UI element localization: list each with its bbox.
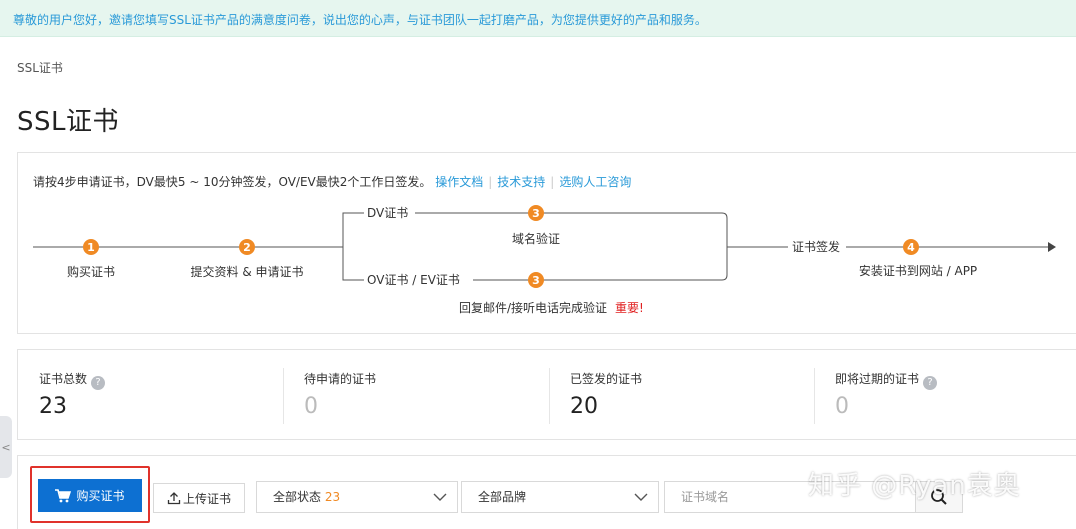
flow-line (342, 247, 364, 281)
survey-banner-text[interactable]: 尊敬的用户您好，邀请您填写SSL证书产品的满意度问卷，说出您的心声，与证书团队一… (13, 11, 707, 28)
help-icon[interactable]: ? (91, 376, 106, 390)
stat-label: 已签发的证书 (570, 372, 643, 386)
buy-certificate-button[interactable]: 购买证书 (38, 479, 142, 512)
step-2-number: 2 (243, 241, 251, 254)
page-title: SSL证书 (17, 107, 119, 137)
stat-total-certs[interactable]: 证书总数? 23 (18, 350, 283, 441)
buy-certificate-label: 购买证书 (76, 489, 125, 503)
step-2-label: 提交资料 & 申请证书 (191, 264, 304, 279)
dv-cert-label: DV证书 (367, 206, 408, 220)
arrow-head-icon (1048, 242, 1056, 252)
steps-panel: 请按4步申请证书，DV最快5 ~ 10分钟签发，OV/EV最快2个工作日签发。 … (17, 152, 1076, 334)
help-icon[interactable]: ? (923, 376, 938, 390)
upload-certificate-button[interactable]: 上传证书 (153, 483, 245, 513)
status-select[interactable]: 全部状态 23 (256, 481, 458, 513)
stat-label: 证书总数? (39, 370, 106, 390)
stat-value: 0 (835, 394, 849, 419)
step-1-label: 购买证书 (67, 264, 115, 279)
chevron-down-icon (433, 493, 447, 501)
main-content: SSL证书 SSL证书 请按4步申请证书，DV最快5 ~ 10分钟签发，OV/E… (0, 37, 1076, 529)
step-1-number: 1 (87, 241, 95, 254)
ovev-validation-label: 回复邮件/接听电话完成验证 重要! (459, 300, 644, 315)
stat-label-text: 即将过期的证书 (835, 372, 920, 386)
brand-select-value: 全部品牌 (478, 490, 527, 504)
step-4-number: 4 (907, 241, 915, 254)
ovev-cert-label: OV证书 / EV证书 (367, 273, 460, 287)
flow-line (415, 212, 728, 281)
stat-value: 23 (39, 394, 67, 419)
breadcrumb[interactable]: SSL证书 (17, 59, 63, 76)
stat-value: 20 (570, 394, 598, 419)
stat-expiring-certs[interactable]: 即将过期的证书? 0 (814, 350, 1076, 441)
dv-step-number: 3 (532, 207, 540, 220)
survey-banner[interactable]: 尊敬的用户您好，邀请您填写SSL证书产品的满意度问卷，说出您的心声，与证书团队一… (0, 0, 1076, 37)
steps-flow-diagram: 1 购买证书 2 提交资料 & 申请证书 DV证书 3 域名验证 OV证书 / … (33, 205, 1056, 315)
status-count-badge: 23 (324, 490, 341, 504)
stat-label-text: 证书总数 (39, 372, 88, 386)
status-select-value: 全部状态 (273, 490, 322, 504)
important-flag: 重要! (615, 301, 644, 315)
stat-value: 0 (304, 394, 318, 419)
upload-certificate-label: 上传证书 (182, 491, 231, 506)
cart-icon (55, 488, 72, 502)
stat-label: 待申请的证书 (304, 372, 377, 386)
dv-validation-label: 域名验证 (512, 231, 560, 246)
stat-pending-certs[interactable]: 待申请的证书 0 (283, 350, 548, 441)
brand-select[interactable]: 全部品牌 (461, 481, 659, 513)
step-4-label: 安装证书到网站 / APP (859, 263, 977, 278)
stat-label: 即将过期的证书? (835, 370, 938, 390)
stat-divider (283, 368, 284, 424)
chevron-down-icon (634, 493, 648, 501)
stat-divider (814, 368, 815, 424)
cert-issue-label: 证书签发 (792, 239, 840, 254)
stat-issued-certs[interactable]: 已签发的证书 20 (549, 350, 814, 441)
upload-icon (167, 492, 181, 505)
sidebar-collapse-toggle[interactable]: < (0, 416, 12, 478)
stat-divider (549, 368, 550, 424)
watermark-text: 知乎 @Ryan袁奥 (808, 471, 1021, 501)
ovev-step-number: 3 (532, 274, 540, 287)
flow-line (342, 212, 364, 247)
stats-panel: 证书总数? 23 待申请的证书 0 已签发的证书 20 即将过期的证书? 0 (17, 349, 1076, 440)
ovev-validation-text: 回复邮件/接听电话完成验证 (459, 300, 607, 315)
